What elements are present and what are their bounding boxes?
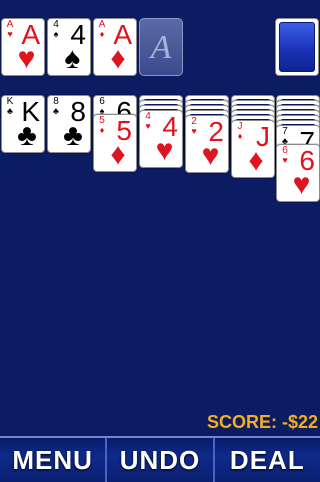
card-corner-index: 6 ♥ [279,146,291,165]
heart-icon: ♥ [145,121,151,131]
club-icon: ♣ [53,106,59,116]
heart-icon: ♥ [201,139,220,172]
heart-icon: ♥ [282,155,288,165]
card-corner-index: 5 ♦ [96,116,108,135]
card-back-pattern [279,22,315,72]
tableau-card[interactable]: K ♣ K ♣ [1,95,45,153]
card-corner-index: 4 ♥ [142,112,154,131]
diamond-icon: ♦ [237,131,243,141]
score-display: SCORE: -$22 [206,412,318,432]
diamond-icon: ♦ [110,42,126,75]
empty-foundation-slot[interactable]: A [139,18,183,76]
card-corner-index: 2 ♥ [188,117,200,136]
card-corner-index: 4 ♠ [50,20,62,39]
card-corner-index: 8 ♣ [50,97,62,116]
diamond-icon: ♦ [248,144,264,177]
spade-icon: ♠ [53,29,59,39]
card-corner-index: A ♦ [96,20,108,39]
tableau-card[interactable]: 5 ♦ 5 ♦ [93,114,137,172]
club-icon: ♣ [17,119,37,152]
foundation-card[interactable]: 4 ♠ 4 ♠ [47,18,91,76]
spade-icon: ♠ [64,42,81,75]
toolbar: MENU UNDO DEAL [0,436,320,482]
tableau-card[interactable]: 8 ♣ 8 ♣ [47,95,91,153]
club-icon: ♣ [63,119,83,152]
card-corner-index: A ♥ [4,20,16,39]
diamond-icon: ♦ [110,138,126,171]
game-board: A♥A♥4♠4♠A♦A♦AK♣K♣8♣8♣6♠6♠5♦5♦4♥4♥2♥2♥J♦J… [0,0,320,436]
menu-button[interactable]: MENU [0,438,108,482]
heart-icon: ♥ [292,168,311,201]
foundation-card[interactable]: A ♥ A ♥ [1,18,45,76]
diamond-icon: ♦ [99,29,105,39]
foundation-card[interactable]: A ♦ A ♦ [93,18,137,76]
card-corner-index: K ♣ [4,97,16,116]
deal-button[interactable]: DEAL [215,438,320,482]
heart-icon: ♥ [17,42,36,75]
club-icon: ♣ [7,106,13,116]
diamond-icon: ♦ [99,125,105,135]
tableau-card[interactable]: 2 ♥ 2 ♥ [185,115,229,173]
heart-icon: ♥ [191,126,197,136]
undo-button[interactable]: UNDO [107,438,215,482]
stock-pile[interactable] [275,18,319,76]
tableau-card[interactable]: 4 ♥ 4 ♥ [139,110,183,168]
heart-icon: ♥ [7,29,13,39]
heart-icon: ♥ [155,134,174,167]
tableau-card[interactable]: 6 ♥ 6 ♥ [276,144,320,202]
card-corner-index: J ♦ [234,122,246,141]
ace-placeholder-icon: A [150,29,172,66]
tableau-card[interactable]: J ♦ J ♦ [231,120,275,178]
